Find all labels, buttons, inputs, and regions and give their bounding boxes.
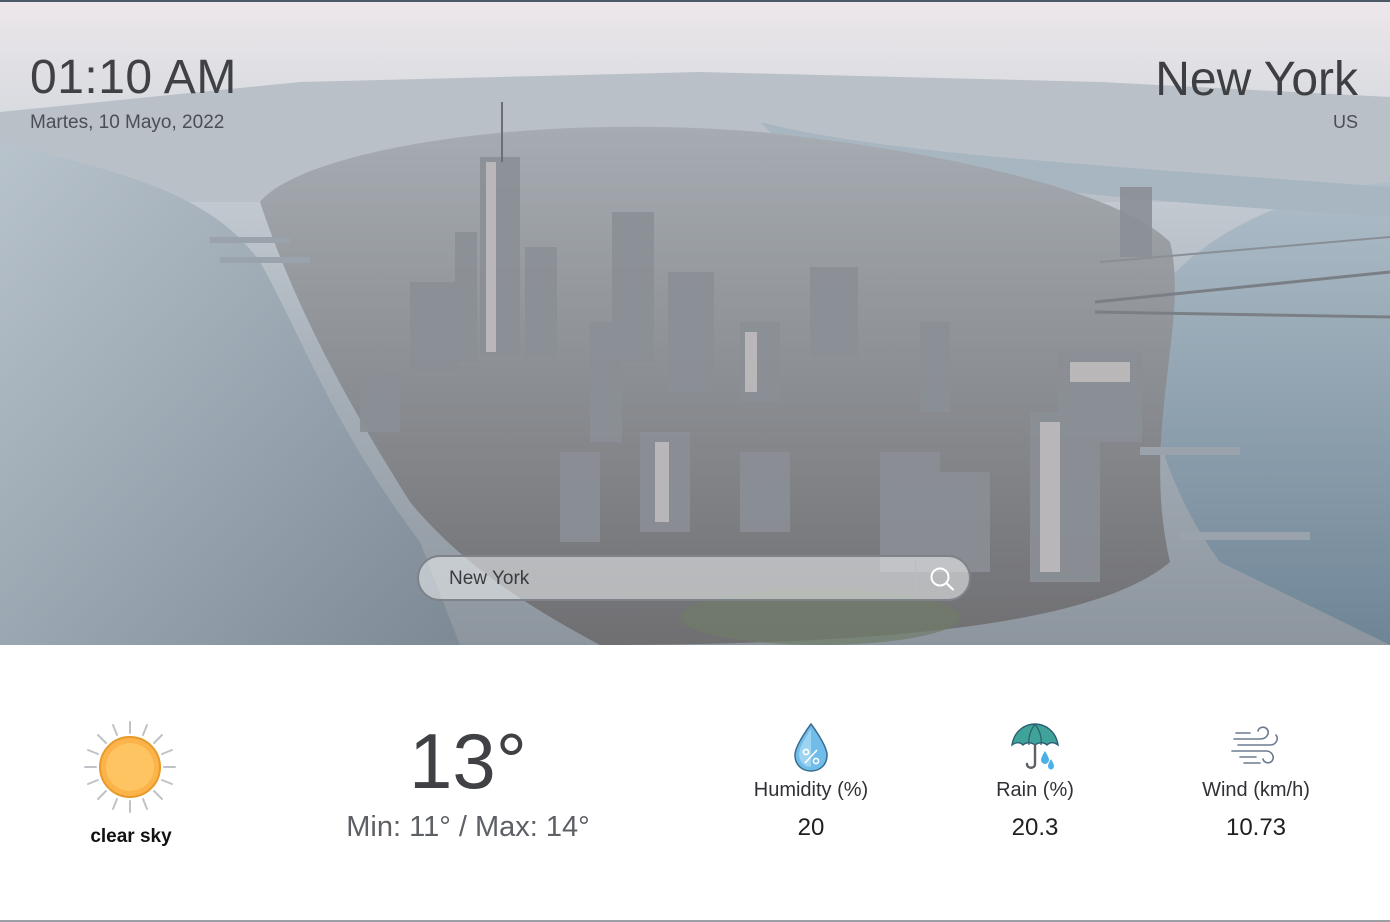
current-date: Martes, 10 Mayo, 2022 [30,112,225,133]
city-name: New York [1155,53,1358,106]
search-bar [417,555,971,601]
rain-metric: Rain (%) 20.3 [945,721,1125,842]
condition-label: clear sky [90,826,172,847]
humidity-drop-icon [794,722,828,772]
wind-icon [1231,726,1278,764]
sun-icon [84,721,176,813]
umbrella-rain-icon [1011,723,1059,770]
search-button[interactable] [927,565,957,593]
hero-background: 01:10 AM Martes, 10 Mayo, 2022 New York … [0,2,1390,645]
humidity-metric: Humidity (%) 20 [721,721,901,842]
country-code: US [1332,112,1358,132]
search-icon [930,567,955,591]
humidity-value: 20 [797,814,825,841]
search-divider [915,561,916,597]
rain-label: Rain (%) [996,779,1074,801]
wind-label: Wind (km/h) [1202,779,1310,801]
search-input[interactable] [449,566,899,592]
wind-value: 10.73 [1225,814,1287,841]
rain-value: 20.3 [1011,814,1059,841]
current-temperature: 13° [409,717,527,805]
wind-metric: Wind (km/h) 10.73 [1166,721,1346,842]
current-time: 01:10 AM [30,51,237,104]
min-max-temperature: Min: 11° / Max: 14° [346,811,590,843]
humidity-label: Humidity (%) [753,779,869,801]
